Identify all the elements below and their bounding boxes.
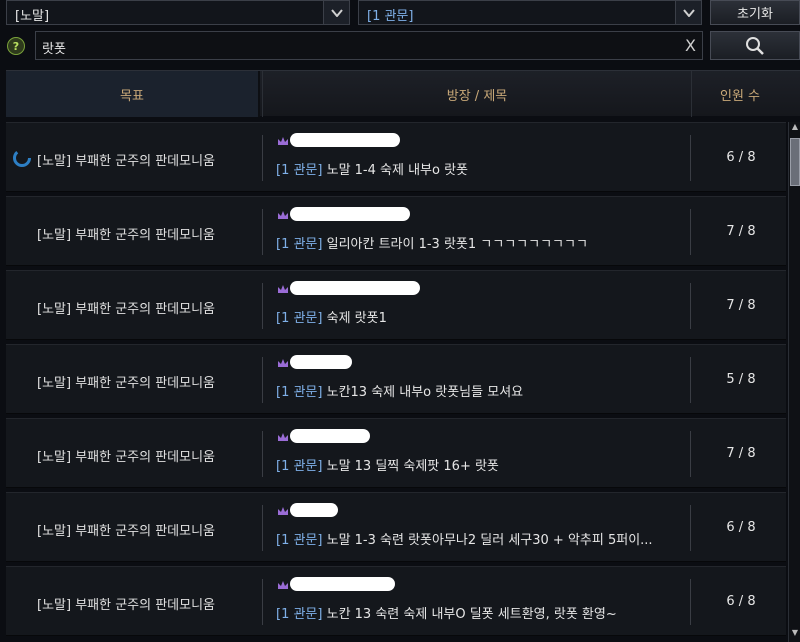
row-goal: [노말] 부패한 군주의 판데모니움	[37, 302, 216, 317]
difficulty-value: [노말]	[15, 9, 50, 24]
leader-name-redacted	[290, 207, 410, 221]
party-row[interactable]: [노말] 부패한 군주의 판데모니움 [1 관문] 노말 13 딜찍 숙제팟 1…	[6, 418, 786, 488]
list-header: 목표 방장 / 제목 인원 수	[6, 70, 800, 117]
row-goal: [노말] 부패한 군주의 판데모니움	[37, 228, 216, 243]
row-member-count: 5 / 8	[726, 372, 756, 387]
list-scrollbar[interactable]: ▲ ▼	[788, 122, 800, 642]
row-title: [1 관문] 일리아칸 트라이 1-3 랏폿1 ㄱㄱㄱㄱㄱㄱㄱㄱㄱ	[276, 237, 588, 252]
crown-icon	[278, 137, 288, 145]
row-goal: [노말] 부패한 군주의 판데모니움	[37, 524, 216, 539]
leader-name-redacted	[290, 429, 370, 443]
column-header-title[interactable]: 방장 / 제목	[262, 71, 692, 117]
row-title: [1 관문] 노칸13 숙제 내부o 랏폿님들 모셔요	[276, 385, 524, 400]
row-member-count: 6 / 8	[726, 520, 756, 535]
clear-search-icon[interactable]: X	[685, 36, 696, 55]
row-goal: [노말] 부패한 군주의 판데모니움	[37, 450, 216, 465]
leader-name-redacted	[290, 577, 395, 591]
row-goal: [노말] 부패한 군주의 판데모니움	[37, 598, 216, 613]
reset-button[interactable]: 초기화	[710, 0, 800, 25]
leader-name-redacted	[290, 355, 352, 369]
leader-name-redacted	[290, 281, 420, 295]
row-goal: [노말] 부패한 군주의 판데모니움	[37, 154, 216, 169]
row-member-count: 7 / 8	[726, 298, 756, 313]
row-title: [1 관문] 노칸 13 숙련 숙제 내부O 딜폿 세트환영, 랏폿 환영~	[276, 607, 617, 622]
row-member-count: 6 / 8	[726, 150, 756, 165]
crown-icon	[278, 433, 288, 441]
party-row[interactable]: [노말] 부패한 군주의 판데모니움 [1 관문] 일리아칸 트라이 1-3 랏…	[6, 196, 786, 266]
search-value: 랏폿	[42, 42, 66, 57]
row-member-count: 6 / 8	[726, 594, 756, 609]
search-icon	[746, 36, 764, 55]
crown-icon	[278, 285, 288, 293]
row-member-count: 7 / 8	[726, 224, 756, 239]
party-row[interactable]: [노말] 부패한 군주의 판데모니움 [1 관문] 노말 1-4 숙제 내부o …	[6, 122, 786, 192]
row-title: [1 관문] 숙제 랏폿1	[276, 311, 387, 326]
difficulty-dropdown[interactable]: [노말]	[6, 0, 350, 25]
leader-name-redacted	[290, 133, 400, 147]
row-goal: [노말] 부패한 군주의 판데모니움	[37, 376, 216, 391]
leader-name-redacted	[290, 503, 338, 517]
party-row[interactable]: [노말] 부패한 군주의 판데모니움 [1 관문] 숙제 랏폿1 7 / 8	[6, 270, 786, 340]
party-row[interactable]: [노말] 부패한 군주의 판데모니움 [1 관문] 노말 1-3 숙련 랏폿아무…	[6, 492, 786, 562]
chevron-down-icon[interactable]	[675, 1, 701, 24]
crown-icon	[278, 359, 288, 367]
scroll-thumb[interactable]	[790, 138, 800, 186]
party-row[interactable]: [노말] 부패한 군주의 판데모니움 [1 관문] 노칸13 숙제 내부o 랏폿…	[6, 344, 786, 414]
chevron-down-icon[interactable]	[323, 1, 349, 24]
column-header-count[interactable]: 인원 수	[692, 71, 788, 117]
scroll-up-arrow-icon[interactable]: ▲	[789, 122, 800, 136]
row-title: [1 관문] 노말 1-4 숙제 내부o 랏폿	[276, 163, 469, 178]
gate-dropdown[interactable]: [1 관문]	[358, 0, 702, 25]
search-input[interactable]: 랏폿 X	[35, 31, 703, 60]
crown-icon	[278, 581, 288, 589]
gate-value: [1 관문]	[367, 9, 414, 24]
row-title: [1 관문] 노말 1-3 숙련 랏폿아무나2 딜러 세구30 + 악추피 5퍼…	[276, 533, 653, 548]
scroll-down-arrow-icon[interactable]: ▼	[789, 628, 800, 642]
row-member-count: 7 / 8	[726, 446, 756, 461]
row-title: [1 관문] 노말 13 딜찍 숙제팟 16+ 랏폿	[276, 459, 499, 474]
search-button[interactable]	[710, 31, 800, 60]
column-header-goal[interactable]: 목표	[6, 71, 260, 117]
loading-spinner-icon	[13, 149, 31, 167]
crown-icon	[278, 211, 288, 219]
crown-icon	[278, 507, 288, 515]
party-row[interactable]: [노말] 부패한 군주의 판데모니움 [1 관문] 노칸 13 숙련 숙제 내부…	[6, 566, 786, 636]
help-icon[interactable]: ?	[7, 37, 25, 55]
